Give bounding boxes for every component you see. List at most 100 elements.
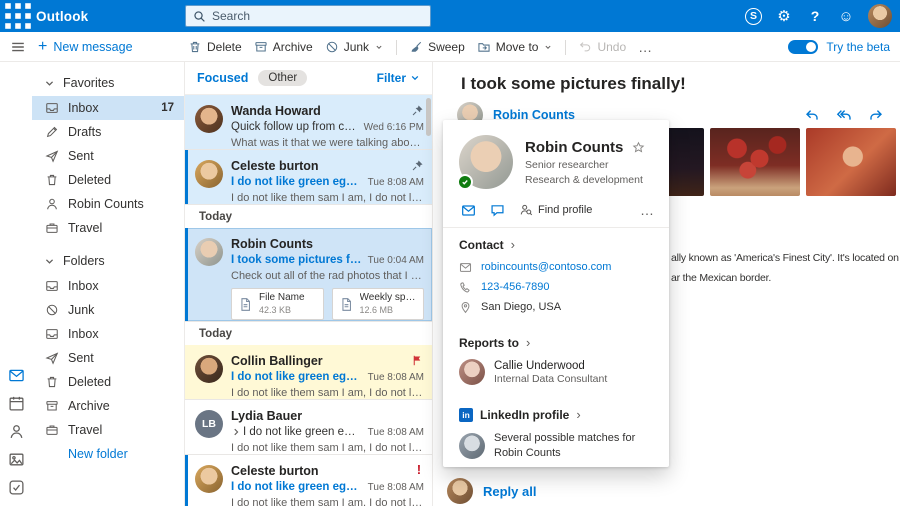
linkedin-matches-row[interactable]: Several possible matches for Robin Count…: [443, 427, 669, 465]
search-box[interactable]: [185, 5, 431, 27]
favorites-section-header[interactable]: Favorites: [32, 70, 184, 96]
message-item[interactable]: LB Lydia Bauer I do not like green eggs …: [185, 400, 432, 455]
help-icon[interactable]: ?: [806, 6, 824, 26]
sidebar-item-travel[interactable]: Travel: [32, 216, 184, 240]
person-icon: [45, 197, 59, 211]
attachment-chip[interactable]: Weekly spread 12.6 MB: [332, 288, 425, 320]
tab-other[interactable]: Other: [258, 70, 307, 86]
forward-icon[interactable]: [868, 107, 884, 123]
folder-item-archive[interactable]: Archive: [32, 394, 184, 418]
pin-icon[interactable]: [411, 159, 424, 172]
more-options-button[interactable]: …: [640, 202, 655, 218]
archive-button[interactable]: Archive: [254, 40, 313, 54]
skype-icon[interactable]: S: [745, 8, 762, 25]
contact-section-header[interactable]: Contact ›: [443, 228, 669, 257]
message-date: Tue 8:08 AM: [368, 372, 424, 383]
contact-card: Robin Counts Senior researcher Research …: [443, 120, 669, 467]
search-input[interactable]: [212, 9, 423, 23]
message-item[interactable]: Celeste burton ! I do not like green egg…: [185, 455, 432, 506]
move-to-button[interactable]: Move to: [477, 40, 554, 54]
filter-button[interactable]: Filter: [377, 71, 420, 85]
toolbar-actions: Delete Archive Junk Sweep Move to Undo …: [188, 32, 652, 62]
email-icon: [459, 261, 472, 274]
contact-phone-link[interactable]: 123-456-7890: [481, 281, 550, 293]
junk-button[interactable]: Junk: [325, 40, 384, 54]
photos-module-icon[interactable]: [8, 451, 25, 468]
photo-thumbnail[interactable]: [806, 128, 896, 196]
linkedin-icon: in: [459, 408, 473, 422]
reply-icon[interactable]: [804, 107, 820, 123]
sender-avatar: [195, 465, 223, 493]
archive-icon: [45, 399, 59, 413]
folder-item-inbox[interactable]: Inbox: [32, 274, 184, 298]
message-date: Tue 8:08 AM: [368, 177, 424, 188]
command-toolbar: + New message Delete Archive Junk Sweep …: [0, 32, 900, 62]
folder-item-deleted[interactable]: Deleted: [32, 370, 184, 394]
feedback-smiley-icon[interactable]: ☺: [837, 6, 855, 26]
sidebar-item-deleted[interactable]: Deleted: [32, 168, 184, 192]
chevron-right-icon: ›: [576, 407, 580, 422]
list-scrollbar[interactable]: [426, 98, 431, 136]
sidebar-item-inbox[interactable]: Inbox 17: [32, 96, 184, 120]
message-sender: Lydia Bauer: [231, 409, 302, 423]
new-message-button[interactable]: + New message: [38, 36, 133, 58]
pin-icon[interactable]: [411, 104, 424, 117]
folder-item-travel[interactable]: Travel: [32, 418, 184, 442]
folder-pane: Favorites Inbox 17 Drafts Sent Deleted R…: [32, 62, 184, 506]
reply-all-icon[interactable]: [836, 107, 852, 123]
more-commands-button[interactable]: …: [638, 39, 652, 55]
block-icon: [45, 303, 59, 317]
sidebar-item-sent[interactable]: Sent: [32, 144, 184, 168]
message-item[interactable]: Wanda Howard Quick follow up from chat W…: [185, 95, 432, 150]
folder-item-inbox2[interactable]: Inbox: [32, 322, 184, 346]
list-header: Focused Other Filter: [185, 62, 432, 95]
document-icon: [238, 297, 253, 312]
user-avatar[interactable]: [868, 4, 892, 28]
sidebar-item-robin-counts[interactable]: Robin Counts: [32, 192, 184, 216]
photo-thumbnail[interactable]: [710, 128, 800, 196]
calendar-module-icon[interactable]: [8, 395, 25, 412]
message-item[interactable]: Celeste burton I do not like green eggs …: [185, 150, 432, 205]
hamburger-menu-icon[interactable]: [10, 39, 26, 55]
settings-gear-icon[interactable]: ⚙: [775, 6, 793, 26]
reports-to-section-header[interactable]: Reports to ›: [443, 326, 669, 355]
chat-icon[interactable]: [490, 203, 505, 218]
attachment-chip[interactable]: File Name 42.3 KB: [231, 288, 324, 320]
sidebar-item-drafts[interactable]: Drafts: [32, 120, 184, 144]
date-group-header: Today: [185, 322, 432, 345]
message-subject: I do not like green eggs and: [231, 176, 362, 188]
folder-item-sent[interactable]: Sent: [32, 346, 184, 370]
person-title: Internal Data Consultant: [494, 373, 607, 385]
reply-all-button[interactable]: Reply all: [447, 478, 536, 504]
top-app-bar: Outlook S ⚙ ? ☺: [0, 0, 900, 32]
contact-email-link[interactable]: robincounts@contoso.com: [481, 261, 611, 273]
delete-button[interactable]: Delete: [188, 40, 242, 54]
sweep-button[interactable]: Sweep: [409, 40, 465, 54]
tab-focused[interactable]: Focused: [197, 71, 248, 85]
undo-button[interactable]: Undo: [578, 40, 626, 54]
message-date: Wed 6:16 PM: [364, 122, 424, 133]
app-launcher-icon[interactable]: [0, 0, 36, 32]
message-item[interactable]: Collin Ballinger I do not like green egg…: [185, 345, 432, 400]
find-profile-button[interactable]: Find profile: [519, 203, 592, 217]
expand-conversation-icon[interactable]: [231, 427, 241, 437]
send-email-icon[interactable]: [461, 203, 476, 218]
plus-icon: +: [38, 39, 47, 55]
matches-label: Several possible matches for Robin Count…: [494, 431, 644, 461]
message-item-selected[interactable]: Robin Counts I took some pictures finall…: [185, 228, 432, 322]
person-name: Callie Underwood: [494, 360, 607, 372]
folder-item-junk[interactable]: Junk: [32, 298, 184, 322]
new-folder-button[interactable]: New folder: [32, 442, 184, 466]
attachment-size: 42.3 KB: [259, 305, 305, 316]
beta-toggle[interactable]: [788, 40, 818, 54]
flag-icon[interactable]: [411, 354, 424, 367]
people-module-icon[interactable]: [8, 423, 25, 440]
folders-section-header[interactable]: Folders: [32, 248, 184, 274]
matches-avatar: [459, 433, 485, 459]
linkedin-section-header[interactable]: in LinkedIn profile ›: [443, 398, 669, 427]
location-pin-icon: [459, 301, 472, 314]
reports-to-person[interactable]: Callie Underwood Internal Data Consultan…: [443, 355, 669, 389]
favorite-star-icon[interactable]: [632, 141, 645, 154]
mail-module-icon[interactable]: [8, 367, 25, 384]
tasks-module-icon[interactable]: [8, 479, 25, 496]
